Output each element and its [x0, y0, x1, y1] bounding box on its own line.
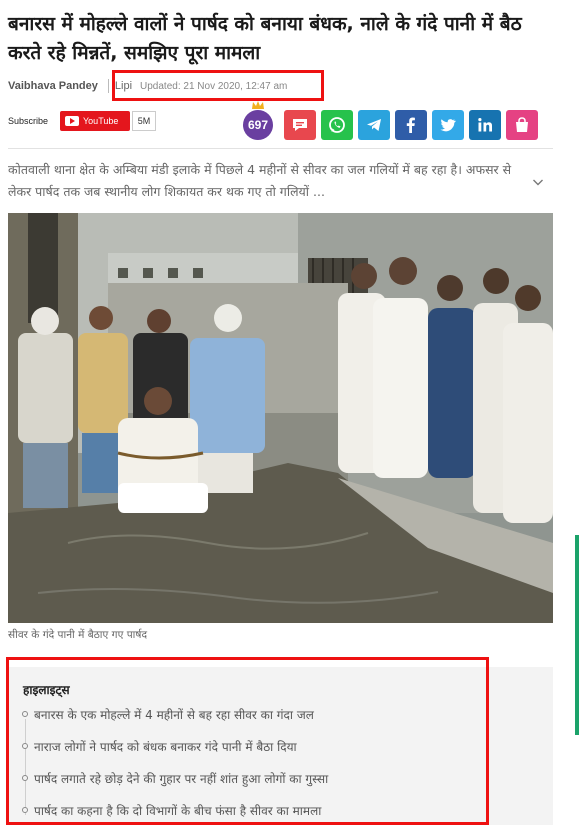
- telegram-share-button[interactable]: [358, 110, 390, 140]
- chevron-down-icon[interactable]: [532, 176, 544, 188]
- side-ad-strip: [575, 535, 579, 735]
- bag-icon: [516, 117, 528, 132]
- article-headline: बनारस में मोहल्ले वालों ने पार्षद को बना…: [8, 13, 522, 64]
- telegram-icon: [367, 119, 381, 131]
- author-name[interactable]: Vaibhava Pandey: [8, 80, 98, 92]
- twitter-share-button[interactable]: [432, 110, 464, 140]
- article-summary: कोतवाली थाना क्षेत के अम्बिया मंडी इलाके…: [8, 162, 512, 199]
- facebook-icon: [406, 117, 415, 133]
- linkedin-icon: [478, 118, 492, 132]
- photo-caption: सीवर के गंदे पानी में बैठाए गए पार्षद: [8, 629, 148, 641]
- youtube-subscriber-count: 5M: [132, 111, 156, 131]
- linkedin-share-button[interactable]: [469, 110, 501, 140]
- subscribe-label: Subscribe: [8, 116, 49, 126]
- article-photo: [8, 213, 553, 623]
- section-divider: [8, 148, 553, 149]
- comment-icon: [293, 119, 307, 131]
- annotation-box-timestamp: [112, 70, 324, 101]
- facebook-share-button[interactable]: [395, 110, 427, 140]
- youtube-label: YouTube: [83, 116, 119, 126]
- twitter-icon: [440, 119, 456, 132]
- whatsapp-icon: [329, 117, 345, 133]
- youtube-play-icon: [65, 116, 79, 126]
- crown-icon: [252, 101, 264, 109]
- comment-button[interactable]: [284, 110, 316, 140]
- whatsapp-share-button[interactable]: [321, 110, 353, 140]
- youtube-subscribe-button[interactable]: YouTube: [60, 111, 130, 131]
- annotation-box-highlights: [6, 657, 489, 825]
- meta-divider: [107, 79, 109, 93]
- photo-scene: [8, 213, 553, 623]
- social-bar: Subscribe YouTube 5M 697: [8, 101, 553, 140]
- reaction-count-badge[interactable]: 697: [243, 110, 273, 140]
- shop-button[interactable]: [506, 110, 538, 140]
